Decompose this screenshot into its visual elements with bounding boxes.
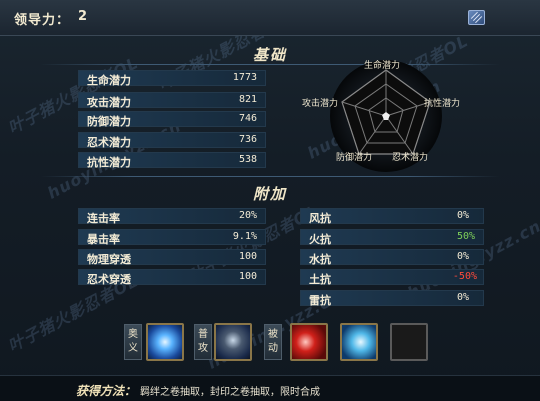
stat-label: 攻击潜力 [87,96,131,109]
stat-label: 忍术穿透 [87,273,131,286]
resist-label: 水抗 [309,253,331,266]
resist-value: 0% [456,251,469,262]
resist-value: 0% [456,210,469,221]
skill-tag-passive: 被动 [264,324,282,360]
radar-label: 防御潜力 [336,153,373,163]
stat-label: 暴击率 [87,233,120,246]
stat-value: 9.1% [232,231,257,242]
divider [40,176,500,177]
character-stats-panel: 叶子猪火影忍者OL huoying.yzz.cn 叶子猪火影忍者OL huoyi… [0,0,540,401]
stat-row: 忍术穿透 100 [78,269,266,286]
resist-label: 土抗 [309,273,331,286]
stat-row: 防御潜力 746 [78,111,266,128]
resist-row: 风抗 0% [300,208,484,225]
potential-radar-chart: 生命潜力 抗性潜力 忍术潜力 防御潜力 攻击潜力 [296,56,476,172]
stat-label: 抗性潜力 [87,156,131,169]
red-flame-icon[interactable] [290,323,328,361]
resist-label: 雷抗 [309,294,331,307]
stat-row: 连击率 20% [78,208,266,225]
ice-dragon-icon[interactable] [340,323,378,361]
resist-label: 风抗 [309,212,331,225]
fist-icon[interactable] [214,323,252,361]
skill-bar: 奥义 普攻 被动 [118,318,438,366]
stat-value: 538 [238,154,257,165]
stat-value: 100 [238,251,257,262]
stat-row: 攻击潜力 821 [78,92,266,109]
radar-label: 生命潜力 [364,61,401,71]
radar-label: 抗性潜力 [424,99,461,109]
extra-section-title: 附加 [252,185,287,203]
stat-row: 抗性潜力 538 [78,152,266,169]
stat-value: 1773 [232,72,257,83]
stat-row: 忍术潜力 736 [78,132,266,149]
radar-svg [330,60,442,172]
empty-slot-icon[interactable] [390,323,428,361]
resist-row: 雷抗 0% [300,290,484,307]
top-bar: 领导力： 2 [0,0,540,36]
leadership-label: 领导力： [14,13,71,28]
acquisition-label: 获得方法： [76,384,137,398]
leadership-value: 2 [78,9,88,24]
resist-row: 火抗 50% [300,229,484,246]
stat-value: 20% [238,210,257,221]
stat-value: 100 [238,271,257,282]
resist-label: 火抗 [309,233,331,246]
resize-icon[interactable] [468,10,485,25]
stat-value: 736 [238,134,257,145]
water-orb-icon[interactable] [146,323,184,361]
stat-label: 连击率 [87,212,120,225]
stat-label: 防御潜力 [87,115,131,128]
resist-value: 0% [456,292,469,303]
radar-label: 忍术潜力 [392,153,429,163]
stat-value: 746 [238,113,257,124]
radar-label: 攻击潜力 [302,99,339,109]
stat-row: 生命潜力 1773 [78,70,266,87]
stat-value: 821 [238,94,257,105]
stat-row: 暴击率 9.1% [78,229,266,246]
resist-value: 50% [456,231,475,242]
stat-label: 物理穿透 [87,253,131,266]
acquisition-text: 羁绊之卷抽取，封印之卷抽取，限时合成 [140,387,320,398]
stat-label: 忍术潜力 [87,136,131,149]
resist-row: 水抗 0% [300,249,484,266]
stat-row: 物理穿透 100 [78,249,266,266]
resist-row: 土抗 -50% [300,269,484,286]
skill-tag-ultimate: 奥义 [124,324,142,360]
skill-tag-normal: 普攻 [194,324,212,360]
resist-value: -50% [452,271,477,282]
acquisition-footer: 获得方法： 羁绊之卷抽取，封印之卷抽取，限时合成 [0,375,540,401]
stat-label: 生命潜力 [87,74,131,87]
